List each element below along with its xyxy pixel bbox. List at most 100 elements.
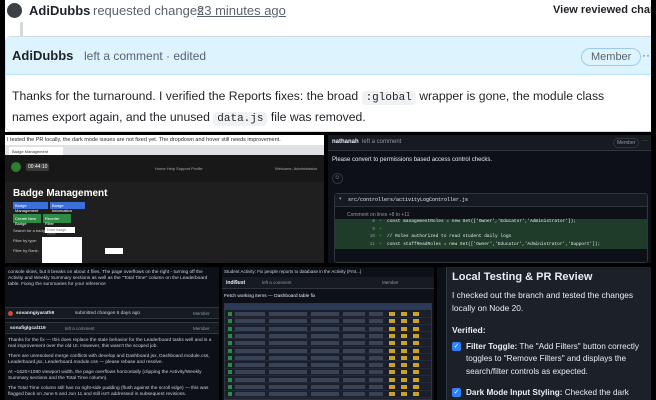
avatar[interactable] bbox=[8, 311, 13, 316]
review-timestamp[interactable]: 23 minutes ago bbox=[197, 3, 286, 18]
line-number[interactable]: 9 bbox=[365, 227, 375, 232]
comment-header: sonafiglgcal119 left a comment Member bbox=[5, 322, 219, 334]
kebab-menu-icon[interactable]: ··· bbox=[642, 48, 651, 62]
comment-author[interactable]: AdiDubbs bbox=[12, 48, 73, 63]
diff-line[interactable]: 11 + const staffReadRoles = new Set(['Owne… bbox=[335, 241, 647, 249]
table-cell bbox=[343, 333, 365, 338]
action-button bbox=[389, 363, 395, 368]
comment-meta[interactable]: left a comment · edited bbox=[84, 49, 206, 63]
table-cell bbox=[369, 392, 383, 397]
chevron-down-icon[interactable]: ▾ bbox=[339, 196, 342, 202]
review-author[interactable]: AdiDubbs bbox=[29, 3, 90, 18]
action-button bbox=[389, 377, 395, 382]
checklist-text: Filter Toggle: The "Add Filters" button … bbox=[466, 342, 639, 376]
comment-body: Thanks for the turnaround. I verified th… bbox=[12, 87, 642, 129]
comment-author[interactable]: sovanngiyarath9 bbox=[16, 311, 54, 316]
table-cell bbox=[235, 312, 265, 316]
line-number[interactable]: 10 bbox=[365, 234, 375, 239]
action-button bbox=[401, 319, 407, 324]
action-button bbox=[401, 370, 407, 375]
comment-meta: left a comment bbox=[65, 326, 95, 331]
diff-line[interactable]: 9 + bbox=[335, 226, 647, 234]
comment-header: indi9ust left a comment Member bbox=[222, 277, 434, 289]
action-button bbox=[413, 385, 419, 389]
review-event-row: AdiDubbs requested changes 23 minutes ag… bbox=[5, 0, 651, 22]
table-cell bbox=[269, 363, 307, 368]
action-button bbox=[401, 377, 407, 382]
create-badge-button: Create New Badge bbox=[13, 214, 41, 226]
timer-badge: 00:44:10 bbox=[26, 163, 50, 171]
embedded-screenshot[interactable]: Badge Management 00:44:10 Home Help Supp… bbox=[5, 145, 324, 263]
table-cell bbox=[235, 333, 265, 338]
row-status-icon bbox=[228, 363, 232, 368]
code-text: const managementRoles = new Set(['Owner'… bbox=[387, 219, 577, 224]
view-reviewed-changes-link[interactable]: View reviewed chang bbox=[553, 4, 651, 16]
table-cell bbox=[369, 370, 383, 375]
embedded-table-screenshot[interactable] bbox=[224, 303, 432, 400]
row-status-icon bbox=[228, 370, 232, 375]
table-row bbox=[225, 362, 431, 369]
review-action: requested changes bbox=[93, 3, 204, 18]
comment-text: export again, and the unused bbox=[51, 110, 210, 124]
table-cell bbox=[311, 385, 339, 389]
table-cell bbox=[311, 348, 339, 353]
comment-author[interactable]: sonafiglgcal119 bbox=[10, 326, 46, 331]
action-button bbox=[389, 312, 395, 316]
action-button bbox=[401, 326, 407, 331]
table-cell bbox=[235, 341, 265, 346]
row-status-icon bbox=[228, 377, 232, 382]
table-cell bbox=[343, 348, 365, 353]
filter-type-label: Filter by type: bbox=[13, 238, 38, 243]
table-cell bbox=[311, 370, 339, 375]
table-row bbox=[225, 318, 431, 325]
reorder-filter-button: Reorder Filter bbox=[43, 214, 71, 226]
kebab-menu-icon[interactable]: ··· bbox=[642, 138, 648, 144]
table-cell bbox=[343, 377, 365, 382]
table-row bbox=[225, 391, 431, 398]
action-button bbox=[401, 341, 407, 346]
member-badge: Member bbox=[193, 326, 210, 331]
table-cell bbox=[269, 326, 307, 331]
comment-author[interactable]: nathanah bbox=[332, 139, 359, 145]
diff-line[interactable]: 8 + const managementRoles = new Set(['Owne… bbox=[335, 219, 647, 227]
table-cell bbox=[235, 355, 265, 360]
member-badge: Member bbox=[193, 311, 210, 316]
comment-body: Fetch working items — Dashboard table fi… bbox=[224, 294, 316, 299]
table-cell bbox=[269, 385, 307, 389]
comment-author[interactable]: indi9ust bbox=[226, 280, 245, 286]
table-cell bbox=[369, 355, 383, 360]
table-row bbox=[225, 340, 431, 347]
page-title: Badge Management bbox=[13, 188, 108, 199]
table-cell bbox=[343, 312, 365, 316]
line-number[interactable]: 8 bbox=[365, 219, 375, 224]
action-button bbox=[401, 348, 407, 353]
action-button bbox=[413, 319, 419, 324]
action-button bbox=[413, 326, 419, 331]
table-row bbox=[225, 384, 431, 391]
checklist-text: Dark Mode Input Styling: Checked the dar… bbox=[466, 388, 629, 397]
table-row bbox=[225, 348, 431, 354]
commit-title[interactable]: Student Activity: Fix people reports to … bbox=[224, 269, 361, 274]
timeline-gutter bbox=[437, 267, 447, 400]
table-cell bbox=[343, 385, 365, 389]
table-row bbox=[225, 355, 431, 362]
row-status-icon bbox=[228, 326, 232, 331]
row-status-icon bbox=[228, 333, 232, 338]
app-header: 00:44:10 Home Help Support Profile Welco… bbox=[5, 155, 324, 182]
diff-line[interactable]: 10 + // Roles authorized to read student d… bbox=[335, 234, 647, 242]
add-reaction-icon[interactable]: ☺ bbox=[332, 173, 343, 184]
checkbox-checked-icon[interactable]: ✓ bbox=[452, 388, 461, 397]
comment-meta: left a comment bbox=[362, 139, 402, 145]
checkbox-checked-icon[interactable]: ✓ bbox=[452, 342, 461, 351]
table-cell bbox=[343, 355, 365, 360]
line-number[interactable]: 11 bbox=[365, 242, 375, 247]
table-cell bbox=[269, 377, 307, 382]
table-cell bbox=[235, 319, 265, 324]
table-cell bbox=[269, 333, 307, 338]
action-button bbox=[389, 392, 395, 397]
avatar[interactable] bbox=[7, 3, 22, 18]
file-path[interactable]: src/controllers/activityLogController.js bbox=[348, 197, 468, 203]
action-button bbox=[413, 348, 419, 353]
row-status-icon bbox=[228, 319, 232, 324]
table-cell bbox=[235, 348, 265, 353]
